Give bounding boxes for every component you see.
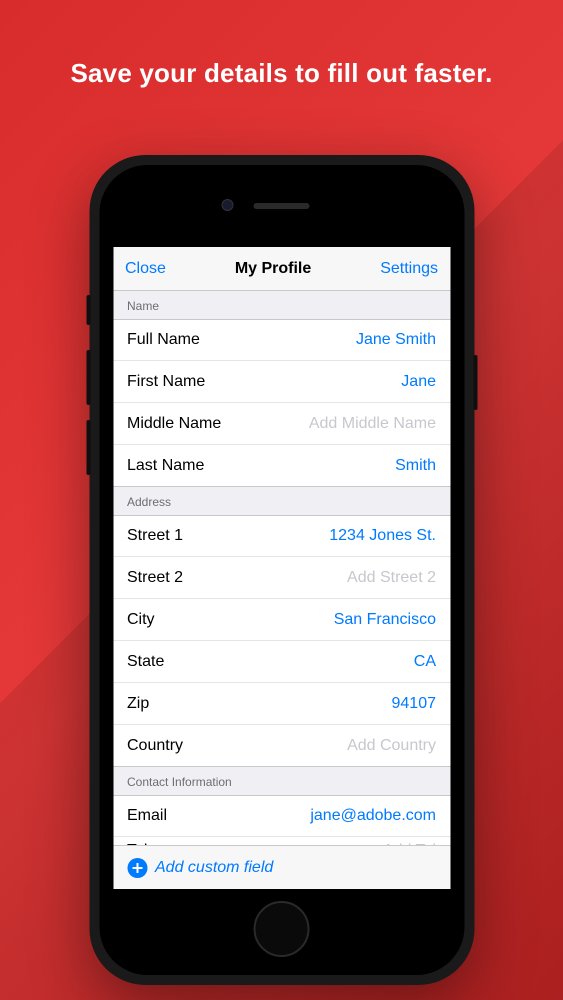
value-city: San Francisco [334,611,436,629]
value-zip: 94107 [392,695,437,713]
value-street2: Add Street 2 [347,569,436,587]
row-city[interactable]: City San Francisco [113,599,450,641]
page-title: My Profile [235,260,311,278]
label-first-name: First Name [127,373,205,391]
value-full-name: Jane Smith [356,331,436,349]
bottom-toolbar: Add custom field [113,845,450,889]
label-zip: Zip [127,695,149,713]
row-street1[interactable]: Street 1 1234 Jones St. [113,515,450,557]
label-country: Country [127,737,183,755]
value-last-name: Smith [395,457,436,475]
label-email: Email [127,807,167,825]
settings-button[interactable]: Settings [380,260,438,278]
label-street2: Street 2 [127,569,183,587]
section-header-address: Address [113,487,450,515]
phone-speaker [254,203,310,209]
home-button[interactable] [254,901,310,957]
label-middle-name: Middle Name [127,415,221,433]
value-middle-name: Add Middle Name [309,415,436,433]
row-state[interactable]: State CA [113,641,450,683]
section-header-name: Name [113,291,450,319]
value-country: Add Country [347,737,436,755]
label-full-name: Full Name [127,331,200,349]
marketing-headline: Save your details to fill out faster. [0,0,563,89]
row-first-name[interactable]: First Name Jane [113,361,450,403]
row-tel[interactable]: Tel Add Tel [113,837,450,845]
label-last-name: Last Name [127,457,204,475]
row-full-name[interactable]: Full Name Jane Smith [113,319,450,361]
close-button[interactable]: Close [125,260,166,278]
phone-frame: Close My Profile Settings Name Full Name… [89,155,474,985]
section-header-contact: Contact Information [113,767,450,795]
row-country[interactable]: Country Add Country [113,725,450,767]
plus-circle-icon[interactable] [127,858,147,878]
profile-content[interactable]: Name Full Name Jane Smith First Name Jan… [113,291,450,845]
value-email: jane@adobe.com [310,807,436,825]
label-state: State [127,653,164,671]
label-city: City [127,611,155,629]
row-last-name[interactable]: Last Name Smith [113,445,450,487]
app-screen: Close My Profile Settings Name Full Name… [113,247,450,889]
value-street1: 1234 Jones St. [329,527,436,545]
label-street1: Street 1 [127,527,183,545]
value-first-name: Jane [401,373,436,391]
row-zip[interactable]: Zip 94107 [113,683,450,725]
nav-bar: Close My Profile Settings [113,247,450,291]
row-street2[interactable]: Street 2 Add Street 2 [113,557,450,599]
row-email[interactable]: Email jane@adobe.com [113,795,450,837]
phone-camera [221,199,233,211]
row-middle-name[interactable]: Middle Name Add Middle Name [113,403,450,445]
value-state: CA [414,653,436,671]
add-custom-field-button[interactable]: Add custom field [155,859,273,877]
